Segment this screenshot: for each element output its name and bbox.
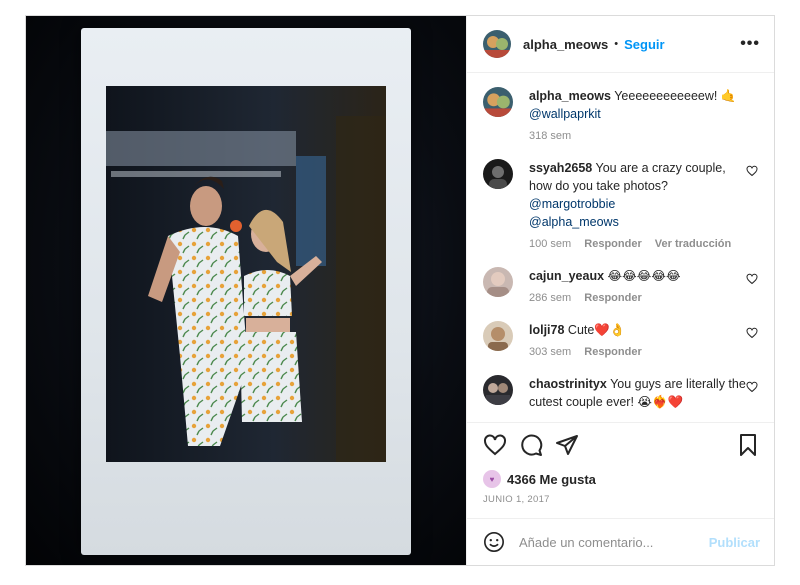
caption-meta: 318 sem: [529, 129, 747, 143]
comment-item: ssyah2658 You are a crazy couple, how do…: [483, 159, 758, 251]
caption-body: alpha_meows Yeeeeeeeeeeeew! 🤙 @wallpaprk…: [529, 87, 747, 143]
like-comment-heart-icon[interactable]: [746, 165, 758, 177]
caption-text: Yeeeeeeeeeeeew! 🤙: [614, 89, 737, 103]
comment-item: chaostrinityx You guys are literally the…: [483, 375, 758, 411]
like-comment-heart-icon[interactable]: [746, 381, 758, 393]
reply-button[interactable]: Responder: [584, 292, 641, 304]
reply-button[interactable]: Responder: [584, 238, 641, 250]
share-send-icon[interactable]: [555, 433, 579, 457]
post-modal: alpha_meows • Seguir ••• alpha_meows Yee…: [25, 15, 775, 566]
caption-mention[interactable]: @wallpaprkit: [529, 107, 601, 121]
post-header: alpha_meows • Seguir •••: [467, 16, 774, 73]
translate-button[interactable]: Ver traducción: [655, 238, 731, 250]
author-username[interactable]: alpha_meows: [523, 37, 608, 52]
comment-avatar[interactable]: [483, 375, 513, 405]
comment-meta: 100 sem Responder Ver traducción: [529, 237, 747, 251]
likes-row[interactable]: ♥ 4366 Me gusta: [467, 466, 774, 492]
comment-mention[interactable]: @alpha_meows: [529, 215, 619, 229]
reply-button[interactable]: Responder: [584, 346, 641, 358]
caption-username[interactable]: alpha_meows: [529, 89, 611, 103]
comment-time: 100 sem: [529, 238, 572, 250]
emoji-picker-icon[interactable]: [483, 531, 505, 553]
comment-time: 303 sem: [529, 346, 572, 358]
comments-list[interactable]: alpha_meows Yeeeeeeeeeeeew! 🤙 @wallpaprk…: [467, 73, 774, 422]
polaroid-image: [106, 86, 386, 462]
like-comment-heart-icon[interactable]: [746, 327, 758, 339]
comment-mention[interactable]: @margotrobbie: [529, 197, 615, 211]
publish-button[interactable]: Publicar: [709, 535, 760, 550]
comment-input[interactable]: [519, 534, 709, 550]
post-photo[interactable]: [26, 16, 466, 565]
add-comment-bar: Publicar: [467, 518, 774, 565]
comment-body: lolji78 Cute❤️👌 303 sem Responder: [529, 321, 747, 359]
author-avatar[interactable]: [483, 30, 511, 58]
comment-time: 286 sem: [529, 292, 572, 304]
like-comment-heart-icon[interactable]: [746, 273, 758, 285]
follow-button[interactable]: Seguir: [624, 37, 664, 52]
comment-body: chaostrinityx You guys are literally the…: [529, 375, 747, 411]
comment-username[interactable]: cajun_yeaux: [529, 269, 604, 283]
comment-username[interactable]: ssyah2658: [529, 161, 592, 175]
comment-meta: 286 sem Responder: [529, 291, 747, 305]
likes-count[interactable]: 4366 Me gusta: [507, 472, 596, 487]
comment-text: Cute❤️👌: [567, 323, 626, 337]
polaroid-frame: [81, 28, 411, 555]
comment-meta: 303 sem Responder: [529, 345, 747, 359]
save-bookmark-icon[interactable]: [736, 433, 760, 457]
comment-username[interactable]: chaostrinityx: [529, 377, 607, 391]
caption-time: 318 sem: [529, 130, 572, 142]
liker-avatar: ♥: [483, 470, 501, 488]
comment-avatar[interactable]: [483, 321, 513, 351]
comment-text: 😂😂😂😂😂: [607, 269, 681, 283]
like-heart-icon[interactable]: [483, 433, 507, 457]
comment-avatar[interactable]: [483, 267, 513, 297]
post-sidebar: alpha_meows • Seguir ••• alpha_meows Yee…: [466, 16, 774, 565]
more-options-icon[interactable]: •••: [740, 35, 760, 53]
comment-body: cajun_yeaux 😂😂😂😂😂 286 sem Responder: [529, 267, 747, 305]
comment-item: lolji78 Cute❤️👌 303 sem Responder: [483, 321, 758, 359]
comment-username[interactable]: lolji78: [529, 323, 564, 337]
comment-item: cajun_yeaux 😂😂😂😂😂 286 sem Responder: [483, 267, 758, 305]
post-date: JUNIO 1, 2017: [483, 494, 550, 505]
caption: alpha_meows Yeeeeeeeeeeeew! 🤙 @wallpaprk…: [483, 87, 758, 143]
post-actions: [467, 422, 774, 466]
comment-bubble-icon[interactable]: [519, 433, 543, 457]
separator-dot: •: [614, 38, 619, 50]
caption-avatar[interactable]: [483, 87, 513, 117]
comment-avatar[interactable]: [483, 159, 513, 189]
comment-body: ssyah2658 You are a crazy couple, how do…: [529, 159, 747, 251]
